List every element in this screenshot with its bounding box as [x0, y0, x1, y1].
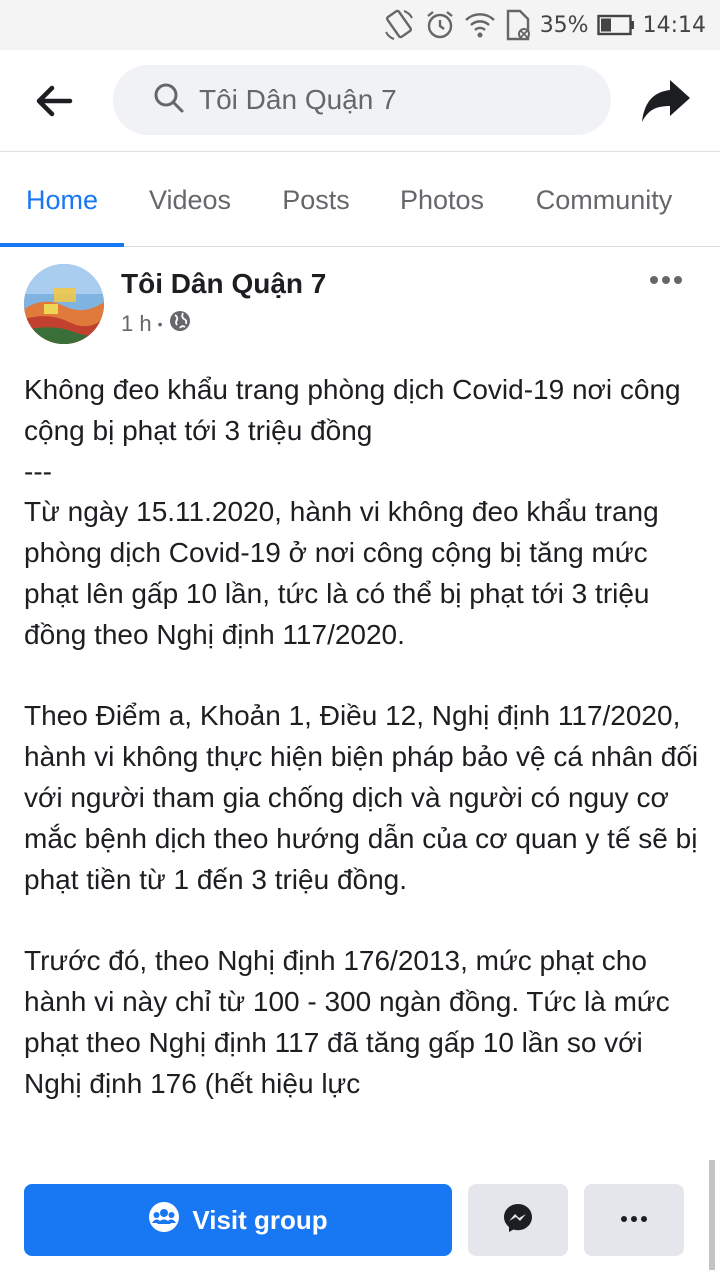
more-icon [619, 1211, 649, 1229]
post-text: Không đeo khẩu trang phòng dịch Covid-19… [24, 370, 700, 1160]
page-tabs: Home Videos Posts Photos Community [0, 151, 720, 247]
globe-icon [169, 310, 191, 338]
group-icon [148, 1201, 180, 1240]
wifi-icon [464, 10, 496, 40]
post-options-icon[interactable] [646, 270, 686, 290]
active-tab-indicator [0, 243, 124, 247]
tab-videos[interactable]: Videos [128, 152, 252, 248]
meta-separator: • [157, 316, 163, 332]
messenger-button[interactable] [468, 1184, 568, 1256]
rotate-icon [382, 8, 416, 42]
action-bar: Visit group [0, 1160, 720, 1280]
avatar[interactable] [24, 264, 104, 344]
battery-icon [596, 14, 635, 36]
visit-group-label: Visit group [192, 1204, 328, 1235]
share-icon[interactable] [640, 76, 692, 126]
tab-community[interactable]: Community [516, 152, 692, 248]
tab-posts[interactable]: Posts [256, 152, 376, 248]
back-arrow-icon[interactable] [30, 78, 76, 124]
post-paragraph: Trước đó, theo Nghị định 176/2013, mức p… [24, 945, 670, 1099]
tab-photos[interactable]: Photos [380, 152, 504, 248]
post-time[interactable]: 1 h [121, 311, 152, 337]
alarm-icon [424, 9, 456, 41]
status-icons: 35% 14:14 [382, 8, 706, 42]
status-bar: 35% 14:14 [0, 0, 720, 50]
search-input[interactable]: Tôi Dân Quận 7 [113, 65, 611, 135]
post-header: Tôi Dân Quận 7 1 h • [24, 262, 696, 346]
search-text: Tôi Dân Quận 7 [199, 84, 397, 115]
tab-home[interactable]: Home [0, 152, 124, 248]
clock: 14:14 [642, 12, 706, 38]
more-options-button[interactable] [584, 1184, 684, 1256]
sim-icon [504, 9, 532, 41]
post-meta: 1 h • [121, 310, 191, 338]
post-paragraph: Không đeo khẩu trang phòng dịch Covid-19… [24, 374, 681, 650]
messenger-icon [502, 1202, 534, 1239]
scrollbar[interactable] [709, 1160, 715, 1270]
top-nav: Tôi Dân Quận 7 [0, 50, 720, 150]
post-author[interactable]: Tôi Dân Quận 7 [121, 268, 326, 300]
search-icon [153, 82, 199, 119]
battery-percent: 35% [539, 12, 589, 38]
visit-group-button[interactable]: Visit group [24, 1184, 452, 1256]
post-paragraph: Theo Điểm a, Khoản 1, Điều 12, Nghị định… [24, 700, 699, 895]
